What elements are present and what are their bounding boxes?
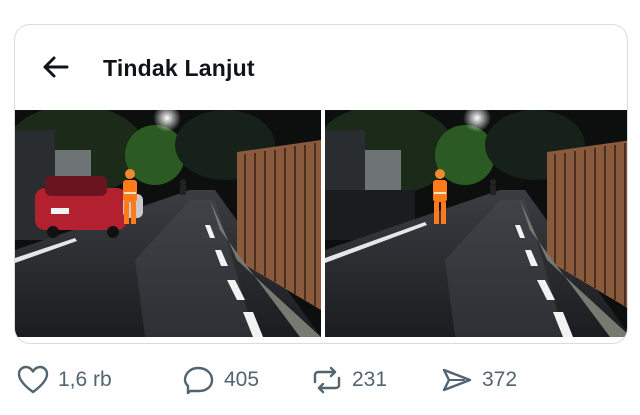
like-button[interactable]: 1,6 rb xyxy=(16,355,112,405)
card-header: Tindak Lanjut xyxy=(15,25,627,109)
street-photo-without-car xyxy=(325,110,627,337)
views-count: 372 xyxy=(482,368,518,391)
photo-right[interactable] xyxy=(325,110,627,337)
repost-icon xyxy=(313,366,341,394)
post-card[interactable]: Tindak Lanjut xyxy=(14,24,628,344)
back-button[interactable] xyxy=(39,53,71,81)
action-bar: 1,6 rb 405 231 372 xyxy=(0,355,640,405)
reply-button[interactable]: 405 xyxy=(182,355,259,405)
reply-icon xyxy=(183,366,214,395)
views-icon xyxy=(442,368,472,392)
repost-count: 231 xyxy=(352,368,388,391)
arrow-left-icon xyxy=(43,56,69,78)
views-button[interactable]: 372 xyxy=(440,355,517,405)
repost-button[interactable]: 231 xyxy=(310,355,387,405)
heart-icon xyxy=(17,365,49,394)
photo-left[interactable] xyxy=(15,110,321,337)
street-photo-with-car xyxy=(15,110,321,337)
like-count: 1,6 rb xyxy=(58,368,112,391)
reply-count: 405 xyxy=(224,368,260,391)
page-title: Tindak Lanjut xyxy=(103,55,255,81)
